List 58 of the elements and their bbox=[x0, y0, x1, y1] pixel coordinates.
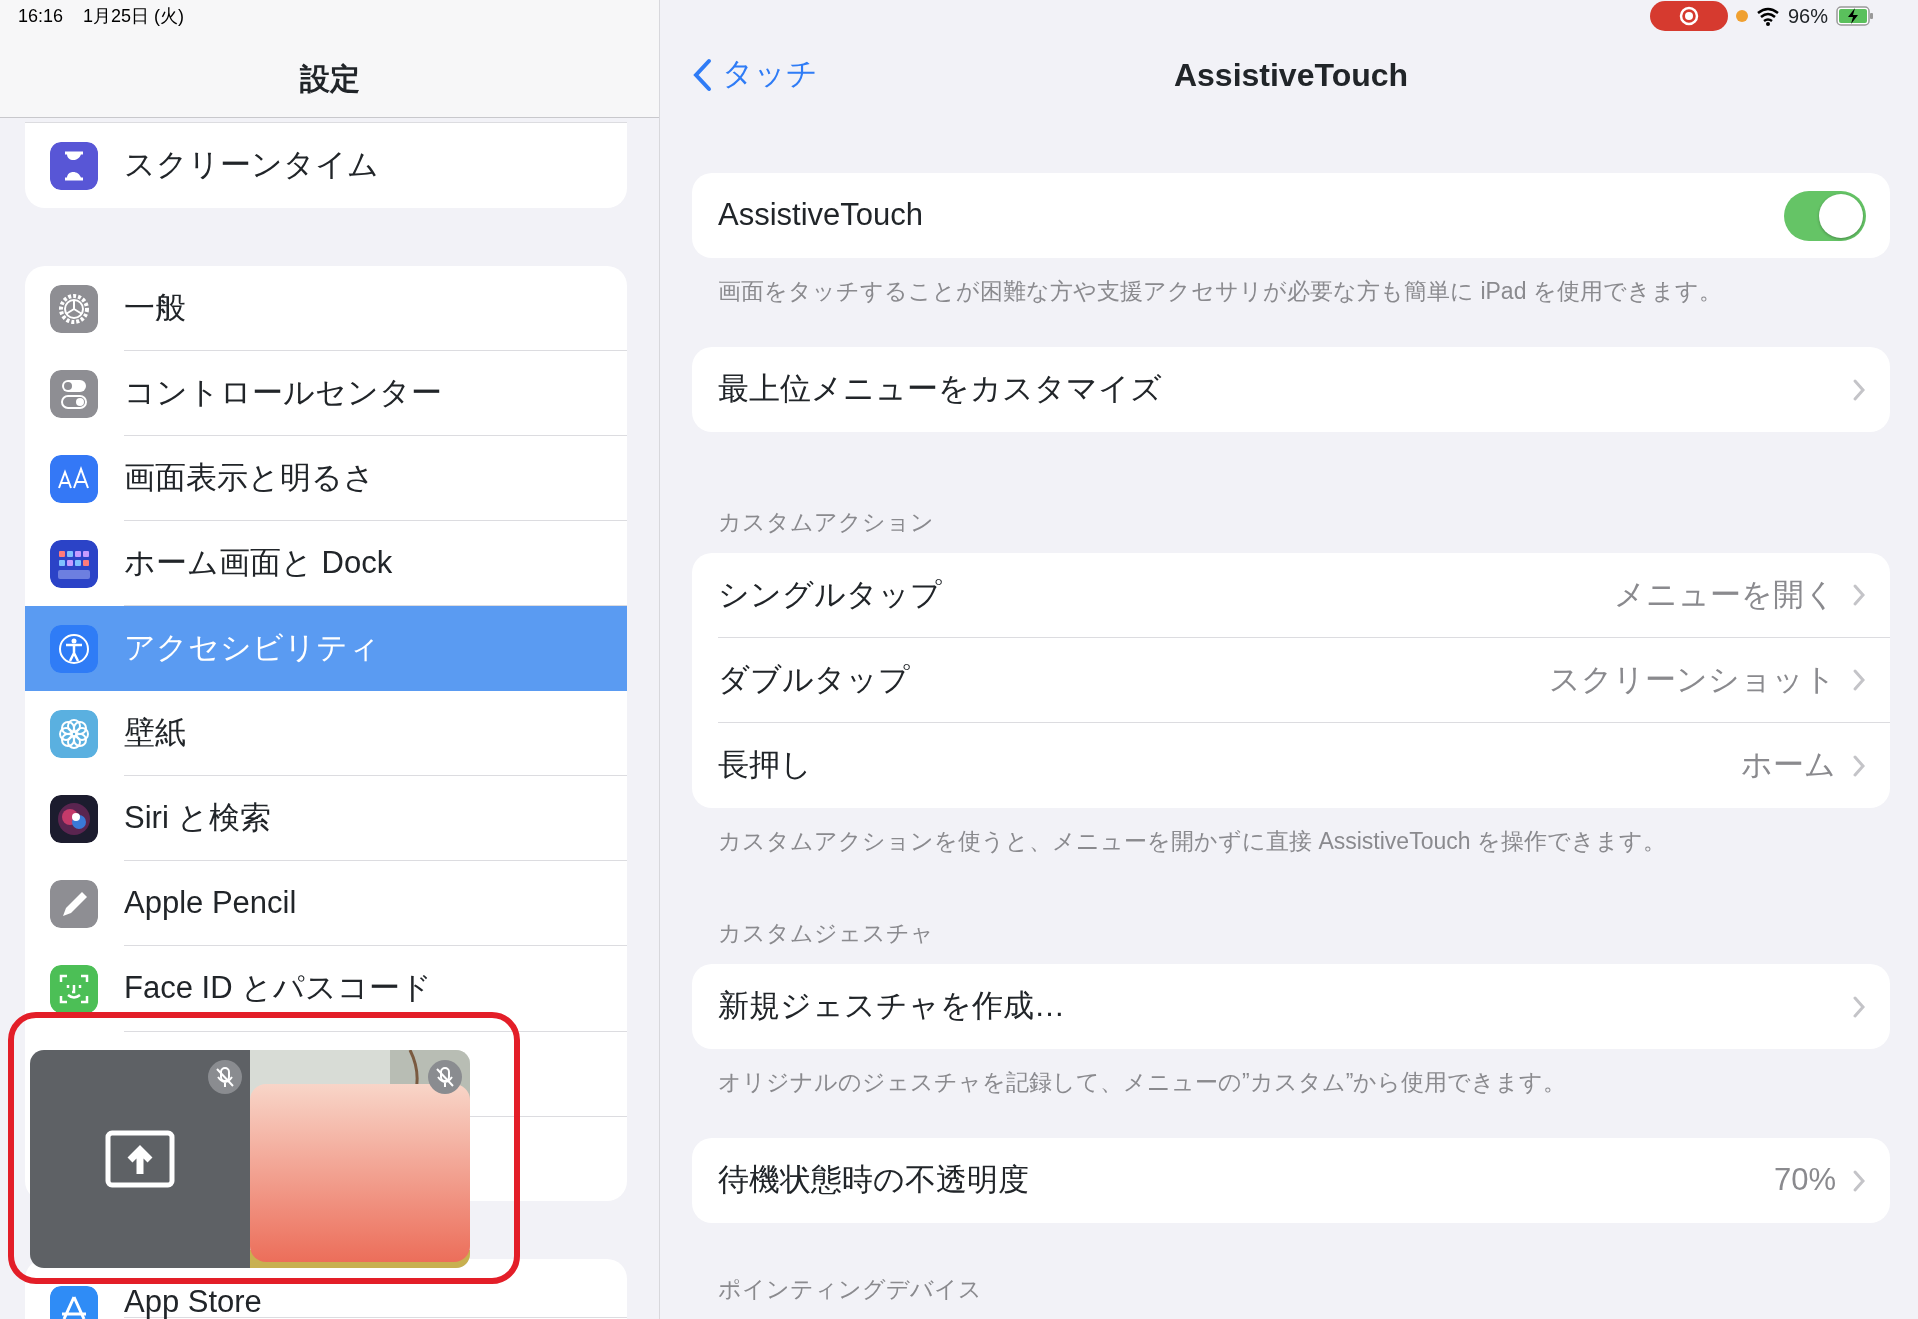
settings-row[interactable]: シングルタップ メニューを開く bbox=[692, 553, 1890, 638]
hourglass-icon bbox=[50, 141, 98, 190]
status-time: 16:16 bbox=[18, 4, 64, 28]
battery-percent: 96% bbox=[1787, 4, 1828, 29]
status-date: 1月25日 (火) bbox=[83, 4, 185, 28]
row-value: ホーム bbox=[1741, 746, 1836, 785]
screen-recording-indicator[interactable] bbox=[1649, 1, 1728, 31]
app-grid-icon bbox=[50, 539, 98, 588]
footer-note: オリジナルのジェスチャを記録して、メニューの”カスタム”から使用できます。 bbox=[717, 1068, 1568, 1097]
sidebar-item[interactable]: Siri と検索 bbox=[25, 776, 627, 861]
settings-row[interactable]: 新規ジェスチャを作成… bbox=[692, 964, 1890, 1049]
chevron-icon bbox=[1852, 668, 1866, 692]
chevron-icon bbox=[1852, 377, 1866, 402]
sidebar-item[interactable]: 画面表示と明るさ bbox=[25, 436, 627, 521]
chevron-icon bbox=[1852, 753, 1866, 778]
dot-icon bbox=[1735, 10, 1748, 22]
settings-row[interactable]: 長押し ホーム bbox=[692, 723, 1890, 808]
chevron-icon bbox=[1852, 1168, 1866, 1193]
back-button[interactable]: タッチ bbox=[692, 51, 818, 98]
page-title: AssistiveTouch bbox=[1173, 55, 1409, 95]
battery-charging-icon bbox=[1836, 6, 1874, 26]
wifi-icon bbox=[1755, 6, 1780, 26]
pencil-icon bbox=[50, 879, 98, 928]
video-call-window[interactable] bbox=[30, 1050, 470, 1268]
share-screen-icon bbox=[105, 1130, 175, 1188]
text-size-icon bbox=[50, 454, 98, 503]
sidebar-item[interactable]: 壁紙 bbox=[25, 691, 627, 776]
mic-muted-icon bbox=[208, 1060, 242, 1094]
mic-muted-icon bbox=[428, 1060, 462, 1094]
orb-icon bbox=[50, 794, 98, 843]
row-value: メニューを開く bbox=[1614, 575, 1836, 614]
chevron-icon bbox=[1852, 583, 1866, 607]
chevron-icon bbox=[1852, 994, 1866, 1019]
sidebar-item[interactable]: Face ID とパスコード bbox=[25, 946, 627, 1031]
sidebar-title: 設定 bbox=[298, 61, 361, 97]
gear-icon bbox=[50, 284, 98, 333]
settings-row[interactable]: 待機状態時の不透明度 70% bbox=[692, 1138, 1890, 1223]
flower-icon bbox=[50, 709, 98, 758]
sidebar-item[interactable]: Apple Pencil bbox=[25, 861, 627, 946]
sidebar-item[interactable]: コントロールセンター bbox=[25, 351, 627, 436]
row-value: 70% bbox=[1773, 1161, 1836, 1200]
settings-row[interactable]: 最上位メニューをカスタマイズ bbox=[692, 347, 1890, 432]
sidebar-item[interactable]: 一般 bbox=[25, 266, 627, 351]
sidebar-item[interactable]: App Store bbox=[124, 1286, 627, 1318]
section-header: カスタムアクション bbox=[717, 508, 935, 537]
section-header: ポインティングデバイス bbox=[717, 1275, 983, 1304]
switches-icon bbox=[50, 369, 98, 418]
footer-note: カスタムアクションを使うと、メニューを開かずに直接 AssistiveTouch を操作できます。 bbox=[717, 827, 1667, 856]
sidebar-item[interactable]: スクリーンタイム bbox=[25, 123, 627, 208]
footer-note: 画面をタッチすることが困難な方や支援アクセサリが必要な方も簡単に iPad を使用できます。 bbox=[717, 277, 1723, 306]
toggle-switch[interactable] bbox=[1784, 190, 1866, 241]
section-header: カスタムジェスチャ bbox=[717, 919, 935, 948]
accessibility-icon bbox=[50, 624, 98, 673]
row-label: AssistiveTouch bbox=[718, 196, 925, 235]
face-scan-icon bbox=[50, 964, 98, 1013]
back-chevron-icon bbox=[692, 57, 712, 92]
settings-row[interactable]: ダブルタップ スクリーンショット bbox=[692, 638, 1890, 723]
row-value: スクリーンショット bbox=[1549, 660, 1836, 699]
